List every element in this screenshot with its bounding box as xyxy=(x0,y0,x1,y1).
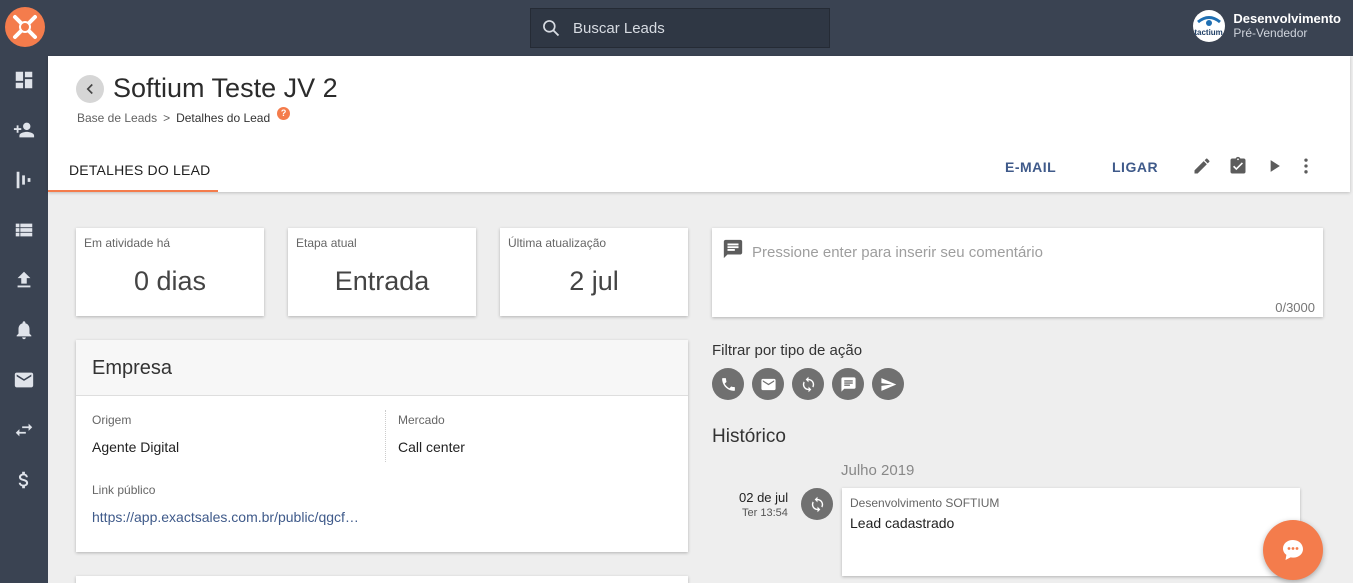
phone-icon xyxy=(721,377,735,391)
more-button[interactable] xyxy=(1296,156,1318,178)
sidebar-item-finance[interactable] xyxy=(0,460,48,500)
list-icon xyxy=(15,223,33,237)
pencil-icon xyxy=(1194,158,1210,174)
comment-placeholder: Pressione enter para inserir seu comentá… xyxy=(752,244,1043,261)
sync-icon xyxy=(802,376,814,392)
dollar-icon xyxy=(18,471,29,489)
sidebar-item-transfer[interactable] xyxy=(0,410,48,450)
email-button[interactable]: E-MAIL xyxy=(1005,159,1056,175)
edit-button[interactable] xyxy=(1192,156,1214,178)
search-input[interactable]: Buscar Leads xyxy=(530,8,830,48)
history-author: Desenvolvimento SOFTIUM xyxy=(850,496,1000,510)
comment-icon xyxy=(722,238,744,260)
sidebar-item-pipeline[interactable] xyxy=(0,160,48,200)
history-sync-icon xyxy=(801,488,833,520)
origin-value: Agente Digital xyxy=(92,439,180,455)
sidebar-item-dashboard[interactable] xyxy=(0,60,48,100)
sidebar-item-notifications[interactable] xyxy=(0,310,48,350)
breadcrumb: Base de Leads > Detalhes do Lead ? xyxy=(77,106,291,125)
field-divider xyxy=(385,410,386,462)
filter-email-button[interactable] xyxy=(752,368,784,400)
page-title: Softium Teste JV 2 xyxy=(113,73,338,103)
breadcrumb-separator: > xyxy=(163,111,171,125)
sidebar-item-add-lead[interactable] xyxy=(0,110,48,150)
history-month: Julho 2019 xyxy=(841,462,915,479)
breadcrumb-current: Detalhes do Lead xyxy=(176,111,271,125)
sidebar-item-upload[interactable] xyxy=(0,260,48,300)
stat-label: Etapa atual xyxy=(296,236,357,250)
breadcrumb-parent-link[interactable]: Base de Leads xyxy=(77,111,157,125)
filter-title: Filtrar por tipo de ação xyxy=(712,342,863,359)
user-menu[interactable]: tactium Desenvolvimento Pré-Vendedor xyxy=(1193,10,1341,42)
chat-bubble-icon xyxy=(1283,540,1303,560)
mail-icon xyxy=(14,372,34,388)
dashboard-icon xyxy=(15,71,33,89)
search-placeholder: Buscar Leads xyxy=(573,19,665,37)
history-time: Ter 13:54 xyxy=(742,507,788,519)
stat-value: 2 jul xyxy=(569,266,619,296)
history-text: Lead cadastrado xyxy=(850,515,955,531)
user-role: Pré-Vendedor xyxy=(1233,26,1308,40)
clipboard-check-icon xyxy=(1230,156,1246,174)
next-card xyxy=(76,576,688,583)
market-value: Call center xyxy=(398,439,465,455)
play-icon xyxy=(1270,160,1280,172)
stat-value: 0 dias xyxy=(133,266,207,296)
stat-label: Em atividade há xyxy=(84,236,171,250)
history-title: Histórico xyxy=(712,426,786,447)
history-entry: Desenvolvimento SOFTIUM Lead cadastrado xyxy=(842,488,1300,576)
task-button[interactable] xyxy=(1228,156,1250,178)
chat-button[interactable] xyxy=(1263,520,1323,580)
stat-label: Última atualização xyxy=(508,236,607,250)
filter-comment-button[interactable] xyxy=(832,368,864,400)
filter-send-button[interactable] xyxy=(872,368,904,400)
call-button[interactable]: LIGAR xyxy=(1112,159,1158,175)
filter-sync-button[interactable] xyxy=(792,368,824,400)
bell-icon xyxy=(16,321,32,340)
upload-icon xyxy=(17,271,31,288)
send-icon xyxy=(880,377,896,391)
avatar: tactium xyxy=(1193,10,1226,42)
app-logo-icon[interactable] xyxy=(4,6,46,48)
mail-icon xyxy=(760,378,776,390)
sidebar xyxy=(0,56,48,583)
character-counter: 0/3000 xyxy=(1275,300,1315,315)
lead-header: Softium Teste JV 2 Base de Leads > Detal… xyxy=(48,56,1350,192)
stat-card-updated: Última atualização 2 jul xyxy=(500,228,688,316)
company-card-header: Empresa xyxy=(76,340,688,396)
public-link[interactable]: https://app.exactsales.com.br/public/qgc… xyxy=(92,509,359,525)
company-card: Empresa Origem Agente Digital Mercado Ca… xyxy=(76,340,688,552)
company-title: Empresa xyxy=(92,357,173,379)
origin-label: Origem xyxy=(92,413,132,427)
sidebar-item-list[interactable] xyxy=(0,210,48,250)
stat-card-stage: Etapa atual Entrada xyxy=(288,228,476,316)
help-icon[interactable]: ? xyxy=(277,106,291,120)
stat-card-activity: Em atividade há 0 dias xyxy=(76,228,264,316)
play-button[interactable] xyxy=(1264,156,1286,178)
stat-value: Entrada xyxy=(334,266,430,296)
market-label: Mercado xyxy=(398,413,445,427)
comment-icon xyxy=(840,376,856,392)
filter-call-button[interactable] xyxy=(712,368,744,400)
user-name: Desenvolvimento xyxy=(1233,11,1341,26)
top-bar: Buscar Leads tactium Desenvolvimento Pré… xyxy=(0,0,1353,56)
more-vertical-icon xyxy=(1304,158,1308,174)
history-date: 02 de jul xyxy=(739,490,789,505)
swap-icon xyxy=(15,423,33,437)
avatar-text: tactium xyxy=(1194,28,1223,37)
comment-input[interactable]: Pressione enter para inserir seu comentá… xyxy=(712,228,1323,317)
back-button[interactable] xyxy=(76,75,104,103)
tab-lead-details[interactable]: DETALHES DO LEAD xyxy=(48,150,218,192)
add-person-icon xyxy=(13,122,35,138)
sidebar-item-mail[interactable] xyxy=(0,360,48,400)
chevron-left-icon xyxy=(86,83,93,95)
search-icon xyxy=(543,20,560,37)
pipeline-icon xyxy=(16,171,31,189)
public-link-label: Link público xyxy=(92,483,156,497)
